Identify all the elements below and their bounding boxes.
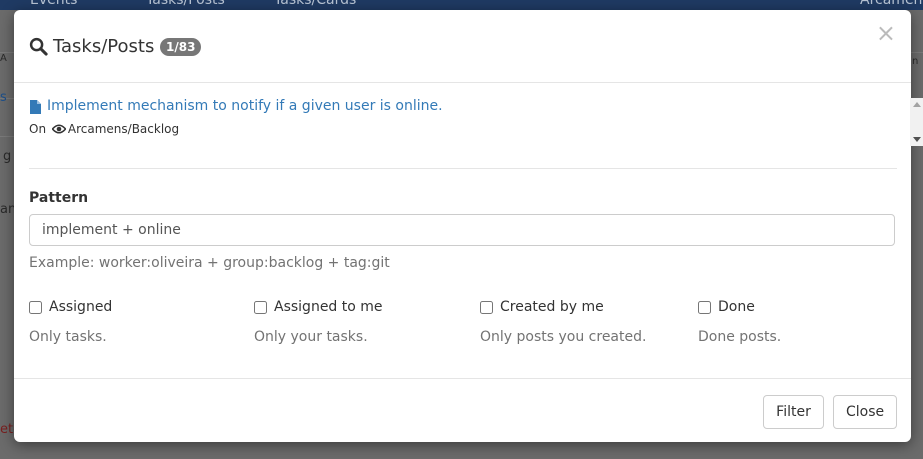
scroll-down-arrow[interactable]: [913, 137, 921, 142]
close-icon[interactable]: ×: [876, 20, 896, 46]
results-list: Implement mechanism to notify if a given…: [29, 96, 897, 148]
modal-title: Tasks/Posts: [53, 36, 155, 57]
divider: [29, 168, 897, 169]
assigned-to-me-checkbox[interactable]: [254, 301, 267, 314]
assigned-help-text: Only tasks.: [29, 329, 107, 345]
created-by-me-label[interactable]: Created by me: [500, 299, 604, 315]
close-button[interactable]: Close: [833, 395, 897, 429]
assigned-checkbox[interactable]: [29, 301, 42, 314]
result-title-link[interactable]: Implement mechanism to notify if a given…: [47, 98, 443, 114]
search-icon: [29, 37, 48, 56]
pattern-help-text: Example: worker:oliveira + group:backlog…: [29, 255, 390, 271]
nav-item-tasks-posts[interactable]: Tasks/Posts: [146, 0, 225, 8]
assigned-to-me-help-text: Only your tasks.: [254, 329, 368, 345]
modal-header: Tasks/Posts 1/83 ×: [14, 10, 911, 83]
bg-text-fragment: n: [912, 56, 919, 67]
result-location-link[interactable]: Arcamens/Backlog: [68, 122, 179, 136]
pattern-label: Pattern: [29, 190, 89, 206]
nav-item-account[interactable]: Arcamens: [860, 0, 923, 8]
modal-footer: Filter Close: [14, 378, 911, 443]
result-meta: On Arcamens/Backlog: [29, 122, 179, 136]
background-navbar: Events Tasks/Posts Tasks/Cards Arcamens: [0, 0, 923, 10]
results-scrollbar[interactable]: [910, 98, 923, 146]
assigned-to-me-label[interactable]: Assigned to me: [274, 299, 383, 315]
nav-item-tasks-cards[interactable]: Tasks/Cards: [274, 0, 356, 8]
assigned-label[interactable]: Assigned: [49, 299, 112, 315]
created-by-me-checkbox[interactable]: [480, 301, 493, 314]
eye-icon: [51, 124, 66, 134]
bg-text-fragment: A: [0, 53, 7, 64]
filter-button[interactable]: Filter: [763, 395, 824, 429]
created-by-me-help-text: Only posts you created.: [480, 329, 647, 345]
nav-item-events[interactable]: Events: [30, 0, 77, 8]
result-meta-prefix: On: [29, 122, 47, 136]
done-label[interactable]: Done: [718, 299, 755, 315]
done-checkbox[interactable]: [698, 301, 711, 314]
file-icon: [30, 100, 41, 114]
bg-text-fragment: s: [0, 90, 7, 105]
done-help-text: Done posts.: [698, 329, 782, 345]
bg-text-fragment: g: [3, 149, 12, 164]
count-badge: 1/83: [160, 38, 202, 56]
scroll-up-arrow[interactable]: [913, 102, 921, 107]
pattern-input[interactable]: [29, 214, 895, 246]
search-modal: Tasks/Posts 1/83 × Implement mechanism t…: [14, 10, 923, 443]
